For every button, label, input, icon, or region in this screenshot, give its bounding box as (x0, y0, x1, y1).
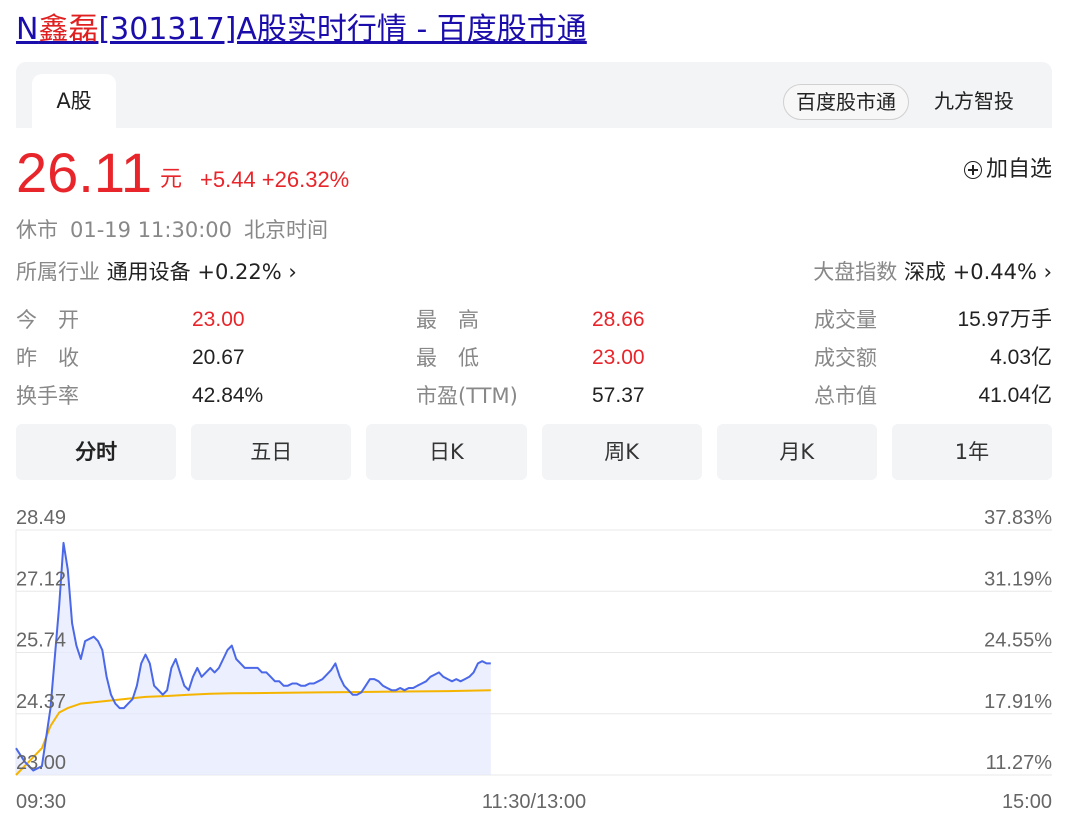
tab-intraday[interactable]: 分时 (16, 424, 177, 480)
y-right-tick: 11.27% (986, 752, 1053, 774)
stat-value: 42.84% (192, 384, 264, 407)
stats-row: 今 开 23.00 最 高 28.66 成交量 15.97万手 (16, 302, 1052, 340)
page-title-link[interactable]: N鑫磊[301317]A股实时行情 - 百度股市通 (16, 8, 587, 52)
x-tick: 15:00 (1002, 791, 1052, 813)
y-right-tick: 24.55% (984, 630, 1052, 652)
stat-label: 最 低 (416, 346, 479, 370)
y-left-tick: 25.74 (16, 630, 66, 652)
stats-row: 换手率 42.84% 市盈(TTM) 57.37 总市值 41.04亿 (16, 378, 1052, 416)
market-tab-bar: A股 百度股市通 九方智投 (16, 62, 1052, 128)
stats-grid: 今 开 23.00 最 高 28.66 成交量 15.97万手昨 收 20.67 最 低 23.… (16, 302, 1052, 416)
stat-value: 57.37 (592, 384, 645, 407)
stat-label: 总市值 (814, 384, 877, 408)
index-value: 深成 +0.44% › (903, 260, 1052, 284)
stat-label: 换手率 (16, 384, 79, 408)
market-status: 休市 01-19 11:30:00 北京时间 (16, 214, 340, 246)
stat-value: 28.66 (592, 308, 645, 331)
y-left-tick: 24.37 (16, 691, 66, 713)
stat-label: 成交量 (814, 308, 877, 332)
price-change: +5.44 +26.32% (200, 167, 350, 192)
add-watchlist-label: 加自选 (985, 157, 1052, 182)
period-tabs: 分时 五日 日K 周K 月K 1年 (16, 424, 1053, 480)
current-price: 26.11 (16, 141, 152, 204)
price-unit: 元 (160, 167, 183, 192)
y-left-tick: 28.49 (16, 507, 66, 529)
status-timezone: 北京时间 (244, 218, 329, 242)
tab-one-year[interactable]: 1年 (891, 424, 1053, 480)
title-prefix: N (16, 12, 39, 47)
source-jiufang-button[interactable]: 九方智投 (934, 84, 1014, 118)
y-left-tick: 27.12 (16, 568, 66, 590)
price-row: 26.11 元 +5.44 +26.32% 加自选 (16, 138, 1056, 208)
x-tick: 11:30/13:00 (482, 791, 586, 813)
stat-label: 市盈(TTM) (416, 384, 518, 408)
industry-link[interactable]: 所属行业 通用设备 +0.22% › (16, 256, 297, 288)
stat-value: 4.03亿 (990, 346, 1052, 369)
intraday-chart[interactable]: 28.49 27.12 25.74 24.37 23.00 37.83% 31.19% 24.… (0, 490, 1080, 824)
stat-label: 最 高 (416, 308, 479, 332)
industry-label: 所属行业 (16, 260, 100, 284)
source-baidu-button[interactable]: 百度股市通 (783, 84, 909, 120)
stat-value: 23.00 (192, 308, 245, 331)
industry-value: 通用设备 +0.22% › (106, 260, 297, 284)
circle-plus-icon (963, 161, 982, 179)
stat-value: 15.97万手 (957, 308, 1052, 331)
stat-value: 41.04亿 (978, 384, 1052, 407)
stat-label: 昨 收 (16, 346, 79, 370)
tab-daily-k[interactable]: 日K (366, 424, 527, 480)
tab-monthly-k[interactable]: 月K (716, 424, 877, 480)
add-watchlist-button[interactable]: 加自选 (963, 152, 1052, 188)
price-area (16, 542, 491, 775)
title-rest: [301317]A股实时行情 - 百度股市通 (98, 12, 587, 47)
y-left-tick: 23.00 (16, 752, 66, 774)
x-tick: 09:30 (16, 791, 66, 813)
title-highlight: 鑫磊 (38, 12, 99, 47)
stat-label: 今 开 (16, 308, 79, 332)
index-link[interactable]: 大盘指数 深成 +0.44% › (813, 256, 1052, 288)
stat-value: 20.67 (192, 346, 245, 369)
y-right-tick: 31.19% (984, 568, 1052, 590)
tab-weekly-k[interactable]: 周K (541, 424, 702, 480)
stat-label: 成交额 (814, 346, 877, 370)
index-label: 大盘指数 (813, 260, 898, 284)
stats-row: 昨 收 20.67 最 低 23.00 成交额 4.03亿 (16, 340, 1052, 378)
y-right-tick: 17.91% (984, 691, 1052, 713)
tab-five-day[interactable]: 五日 (191, 424, 352, 480)
y-right-tick: 37.83% (984, 507, 1052, 529)
status-datetime: 01-19 11:30:00 (70, 218, 233, 242)
stat-value: 23.00 (592, 346, 645, 369)
tab-a-share[interactable]: A股 (32, 74, 116, 128)
status-text: 休市 (16, 218, 58, 242)
